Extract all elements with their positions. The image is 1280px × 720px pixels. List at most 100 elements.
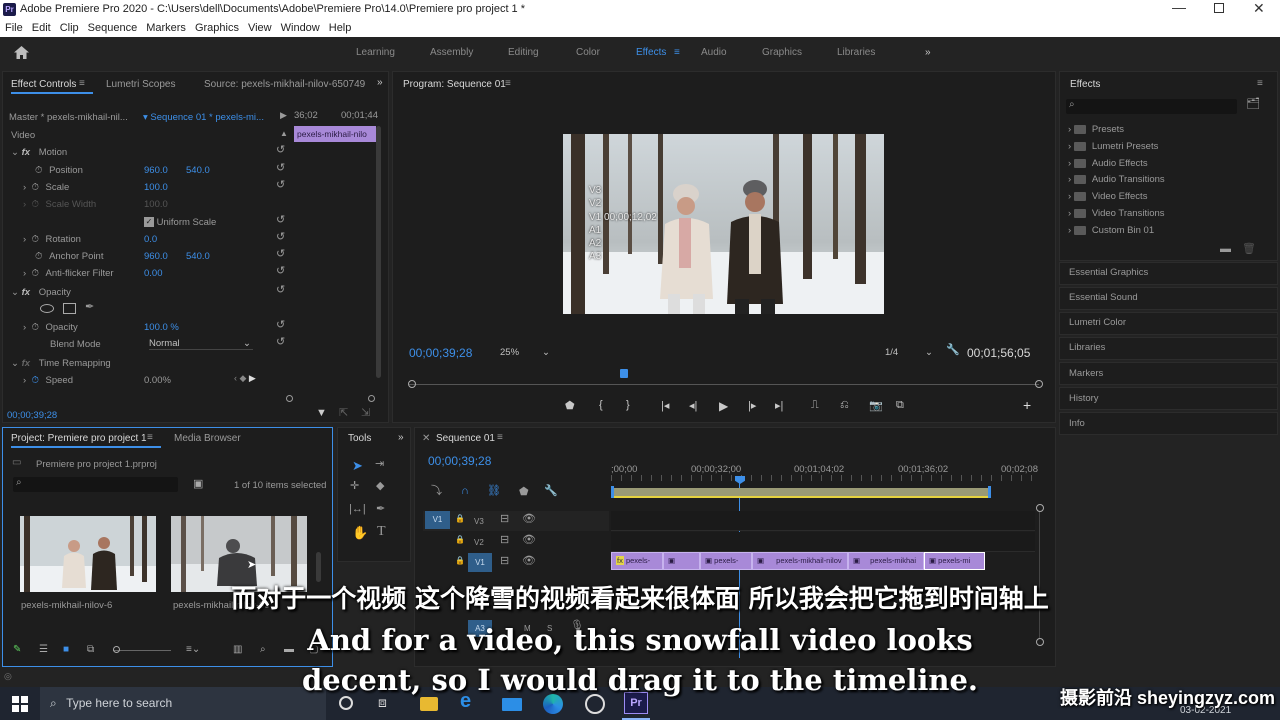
tab-program[interactable]: Program: Sequence 01 [403, 79, 506, 90]
workspace-graphics[interactable]: Graphics [762, 47, 802, 58]
voiceover-mic-icon[interactable]: 🎙 [570, 621, 584, 632]
effects-folder[interactable]: › Video Transitions [1068, 206, 1165, 223]
ec-timecode[interactable]: 00;00;39;28 [7, 410, 57, 421]
eye-icon[interactable]: 👁 [522, 556, 536, 567]
file-explorer-icon[interactable] [420, 697, 438, 711]
zoom-select[interactable]: 25% ⌄ [500, 347, 550, 358]
timeline-clip[interactable]: ▣ [663, 552, 700, 570]
ec-scrollbar[interactable] [376, 126, 381, 378]
type-tool-icon[interactable]: T [377, 525, 386, 539]
reset-icon[interactable]: ↺ [276, 180, 285, 191]
icon-view-icon[interactable]: ■ [63, 644, 69, 655]
scale-value[interactable]: 100.0 [144, 182, 168, 193]
menu-file[interactable]: File [5, 20, 23, 36]
windows-start-icon[interactable] [12, 696, 28, 712]
cortana-icon[interactable] [339, 696, 353, 710]
program-timecode[interactable]: 00;00;39;28 [409, 346, 472, 360]
timeline-playhead[interactable] [735, 476, 745, 484]
selection-tool-icon[interactable]: ➤ [352, 459, 363, 472]
hand-tool-icon[interactable]: ✋ [352, 526, 368, 539]
sync-lock-icon[interactable]: ⊟ [500, 556, 509, 567]
menu-edit[interactable]: Edit [32, 20, 51, 36]
mute-button[interactable]: M [524, 624, 531, 633]
sequence-clip-selector[interactable]: ▾ Sequence 01 * pexels-mi... [143, 112, 264, 123]
resolution-select[interactable]: 1/4 ⌄ [885, 347, 933, 358]
timeline-v-scroll-bottom[interactable] [1036, 638, 1044, 646]
find-icon[interactable]: ⌕ [260, 644, 266, 655]
taskbar-search[interactable]: ⌕ Type here to search [40, 687, 326, 720]
panel-essential-graphics[interactable]: Essential Graphics [1069, 267, 1148, 278]
find-icon[interactable]: ▣ [193, 479, 203, 490]
reset-icon[interactable]: ↺ [276, 215, 285, 226]
menu-view[interactable]: View [248, 20, 272, 36]
timeline-clip[interactable]: ▣ pexels-mikhail-nilov [752, 552, 848, 570]
panel-menu-icon[interactable]: ≡ [79, 78, 85, 89]
timeline-clip[interactable]: fx pexels- [611, 552, 663, 570]
mail-icon[interactable] [502, 698, 522, 711]
ec-clip-bar[interactable]: pexels-mikhail-nilo [294, 126, 376, 142]
ripple-icon[interactable]: ⇲ [361, 408, 370, 419]
ripple-edit-tool-icon[interactable]: ✛ [350, 481, 359, 492]
scroll-up-icon[interactable]: ▲ [280, 130, 288, 138]
panel-menu-icon[interactable]: ≡ [497, 432, 503, 443]
workspace-editing[interactable]: Editing [508, 47, 539, 58]
play-audio-icon[interactable]: ▶ [280, 111, 287, 120]
antiflicker-value[interactable]: 0.00 [144, 268, 163, 279]
tab-media-browser[interactable]: Media Browser [174, 433, 241, 444]
effects-folder[interactable]: › Custom Bin 01 [1068, 223, 1165, 240]
workspace-effects[interactable]: Effects [636, 47, 666, 58]
reset-icon[interactable]: ↺ [276, 320, 285, 331]
slip-tool-icon[interactable]: |↔| [349, 504, 366, 515]
ellipse-mask-icon[interactable] [40, 304, 54, 313]
export-icon[interactable]: ⇱ [339, 408, 348, 419]
reset-icon[interactable]: ↺ [276, 249, 285, 260]
effects-search[interactable]: ⌕ [1066, 99, 1237, 114]
workspace-menu-icon[interactable]: ≡ [674, 47, 680, 58]
add-marker-icon[interactable]: ⬟ [519, 487, 529, 498]
sync-lock-icon[interactable]: ⊟ [500, 514, 509, 525]
button-editor-icon[interactable]: + [1023, 398, 1031, 412]
panel-markers[interactable]: Markers [1069, 368, 1103, 379]
time-remapping-row[interactable]: ⌄ fx Time Remapping [11, 358, 111, 369]
clip-thumbnail[interactable] [171, 516, 307, 592]
program-playhead[interactable] [620, 369, 628, 378]
panel-essential-sound[interactable]: Essential Sound [1069, 292, 1138, 303]
effects-folder[interactable]: › Presets [1068, 122, 1165, 139]
tab-lumetri-scopes[interactable]: Lumetri Scopes [106, 79, 175, 90]
panel-menu-icon[interactable]: ≡ [1257, 78, 1263, 89]
timeline-clip[interactable]: ▣ pexels-mi [924, 552, 985, 570]
sort-icon[interactable]: ≡⌄ [186, 644, 200, 655]
go-to-in-icon[interactable]: |◂ [661, 399, 669, 412]
workspace-learning[interactable]: Learning [356, 47, 395, 58]
pen-tool-icon[interactable]: ✒ [376, 504, 385, 515]
task-view-icon[interactable]: ⧈ [378, 695, 387, 709]
timeline-timecode[interactable]: 00;00;39;28 [428, 454, 491, 468]
panel-libraries[interactable]: Libraries [1069, 342, 1105, 353]
position-x[interactable]: 960.0 [144, 165, 168, 176]
close-sequence-icon[interactable]: ✕ [422, 433, 430, 444]
eye-icon[interactable]: 👁 [522, 535, 536, 546]
work-area-bar[interactable] [611, 488, 991, 498]
project-search[interactable]: ⌕ [13, 477, 178, 492]
zoom-slider-knob[interactable] [113, 646, 120, 653]
snap-icon[interactable]: ∩ [461, 486, 469, 497]
reset-icon[interactable]: ↺ [276, 163, 285, 174]
pencil-icon[interactable]: ✎ [13, 644, 21, 655]
lock-icon[interactable]: 🔒 [455, 515, 465, 523]
pen-mask-icon[interactable]: ✒ [85, 302, 94, 313]
effects-folder[interactable]: › Video Effects [1068, 189, 1165, 206]
solo-button[interactable]: S [547, 624, 552, 633]
new-item-icon[interactable]: ▢ [309, 644, 318, 655]
zoom-slider[interactable] [113, 650, 171, 651]
edge-legacy-icon[interactable]: e [460, 691, 471, 711]
anchor-y[interactable]: 540.0 [186, 251, 210, 262]
effects-folder[interactable]: › Audio Effects [1068, 156, 1165, 173]
rectangle-mask-icon[interactable] [63, 303, 76, 314]
menu-markers[interactable]: Markers [146, 20, 186, 36]
mark-in-icon[interactable]: { [599, 399, 603, 411]
workspace-audio[interactable]: Audio [701, 47, 727, 58]
timeline-settings-icon[interactable]: 🔧 [544, 486, 558, 497]
speed-value[interactable]: 0.00% [144, 375, 171, 386]
step-forward-icon[interactable]: |▸ [748, 399, 756, 412]
extract-icon[interactable]: ⎌ [840, 399, 849, 412]
